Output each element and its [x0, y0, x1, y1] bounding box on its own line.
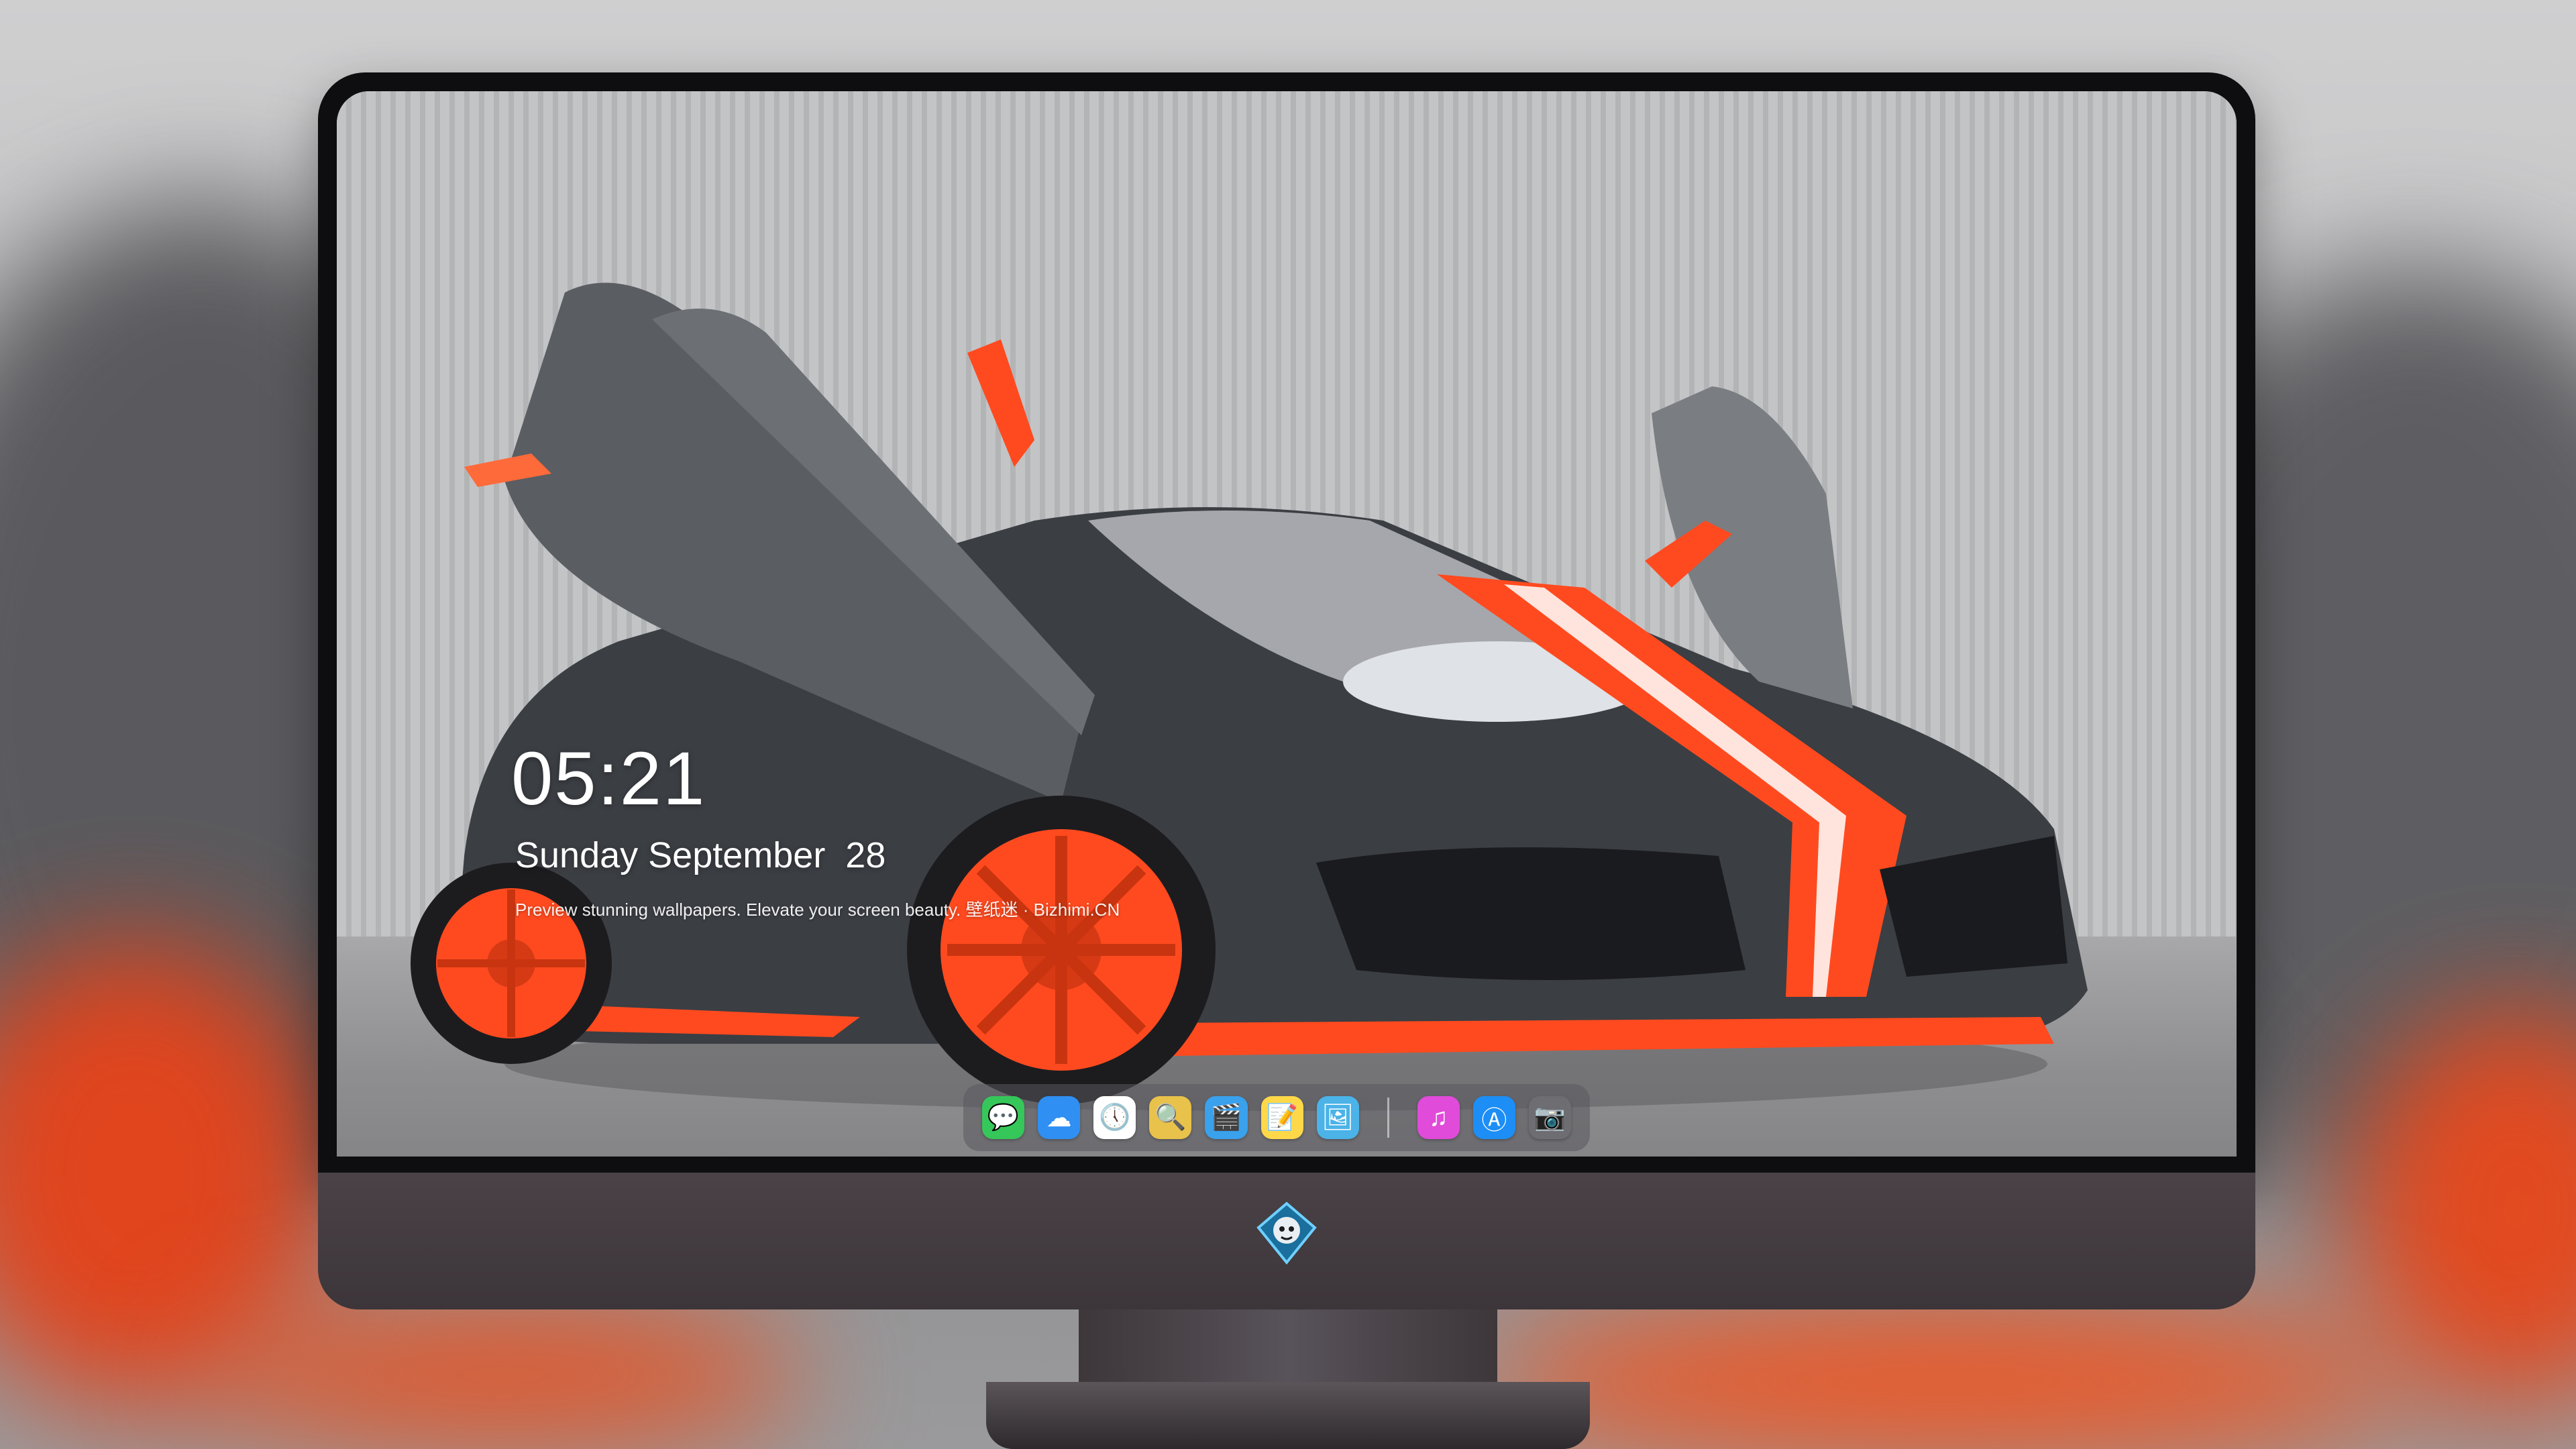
dock-separator [1387, 1097, 1389, 1138]
lockscreen-tagline: Preview stunning wallpapers. Elevate you… [515, 900, 1120, 920]
monitor: 05:21 Sunday September 28 Preview stunni… [318, 72, 2255, 1309]
lockscreen-time: 05:21 [511, 737, 706, 820]
messages-icon[interactable]: 💬 [982, 1096, 1025, 1139]
screen: 05:21 Sunday September 28 Preview stunni… [337, 91, 2237, 1157]
photos-icon[interactable]: 🖼 [1316, 1096, 1359, 1139]
itunes-icon[interactable]: ♫ [1417, 1096, 1460, 1139]
monitor-stand-foot [986, 1382, 1590, 1449]
camera-icon[interactable]: 📷 [1528, 1096, 1572, 1139]
wallpaper-car [411, 282, 2088, 1111]
dock: 💬 ☁ 🕔 🔍 🎬 📝 🖼 ♫ Ⓐ 📷 [963, 1084, 1590, 1151]
clock-icon[interactable]: 🕔 [1093, 1096, 1136, 1139]
monitor-stand [1079, 1309, 1497, 1383]
brand-logo-icon [1256, 1201, 1317, 1265]
preview-icon[interactable]: 🔍 [1149, 1096, 1192, 1139]
app-store-icon[interactable]: Ⓐ [1472, 1096, 1515, 1139]
final-cut-icon[interactable]: 🎬 [1205, 1096, 1248, 1139]
lockscreen-date: Sunday September 28 [515, 835, 886, 875]
notes-icon[interactable]: 📝 [1260, 1096, 1303, 1139]
weather-icon[interactable]: ☁ [1038, 1096, 1081, 1139]
